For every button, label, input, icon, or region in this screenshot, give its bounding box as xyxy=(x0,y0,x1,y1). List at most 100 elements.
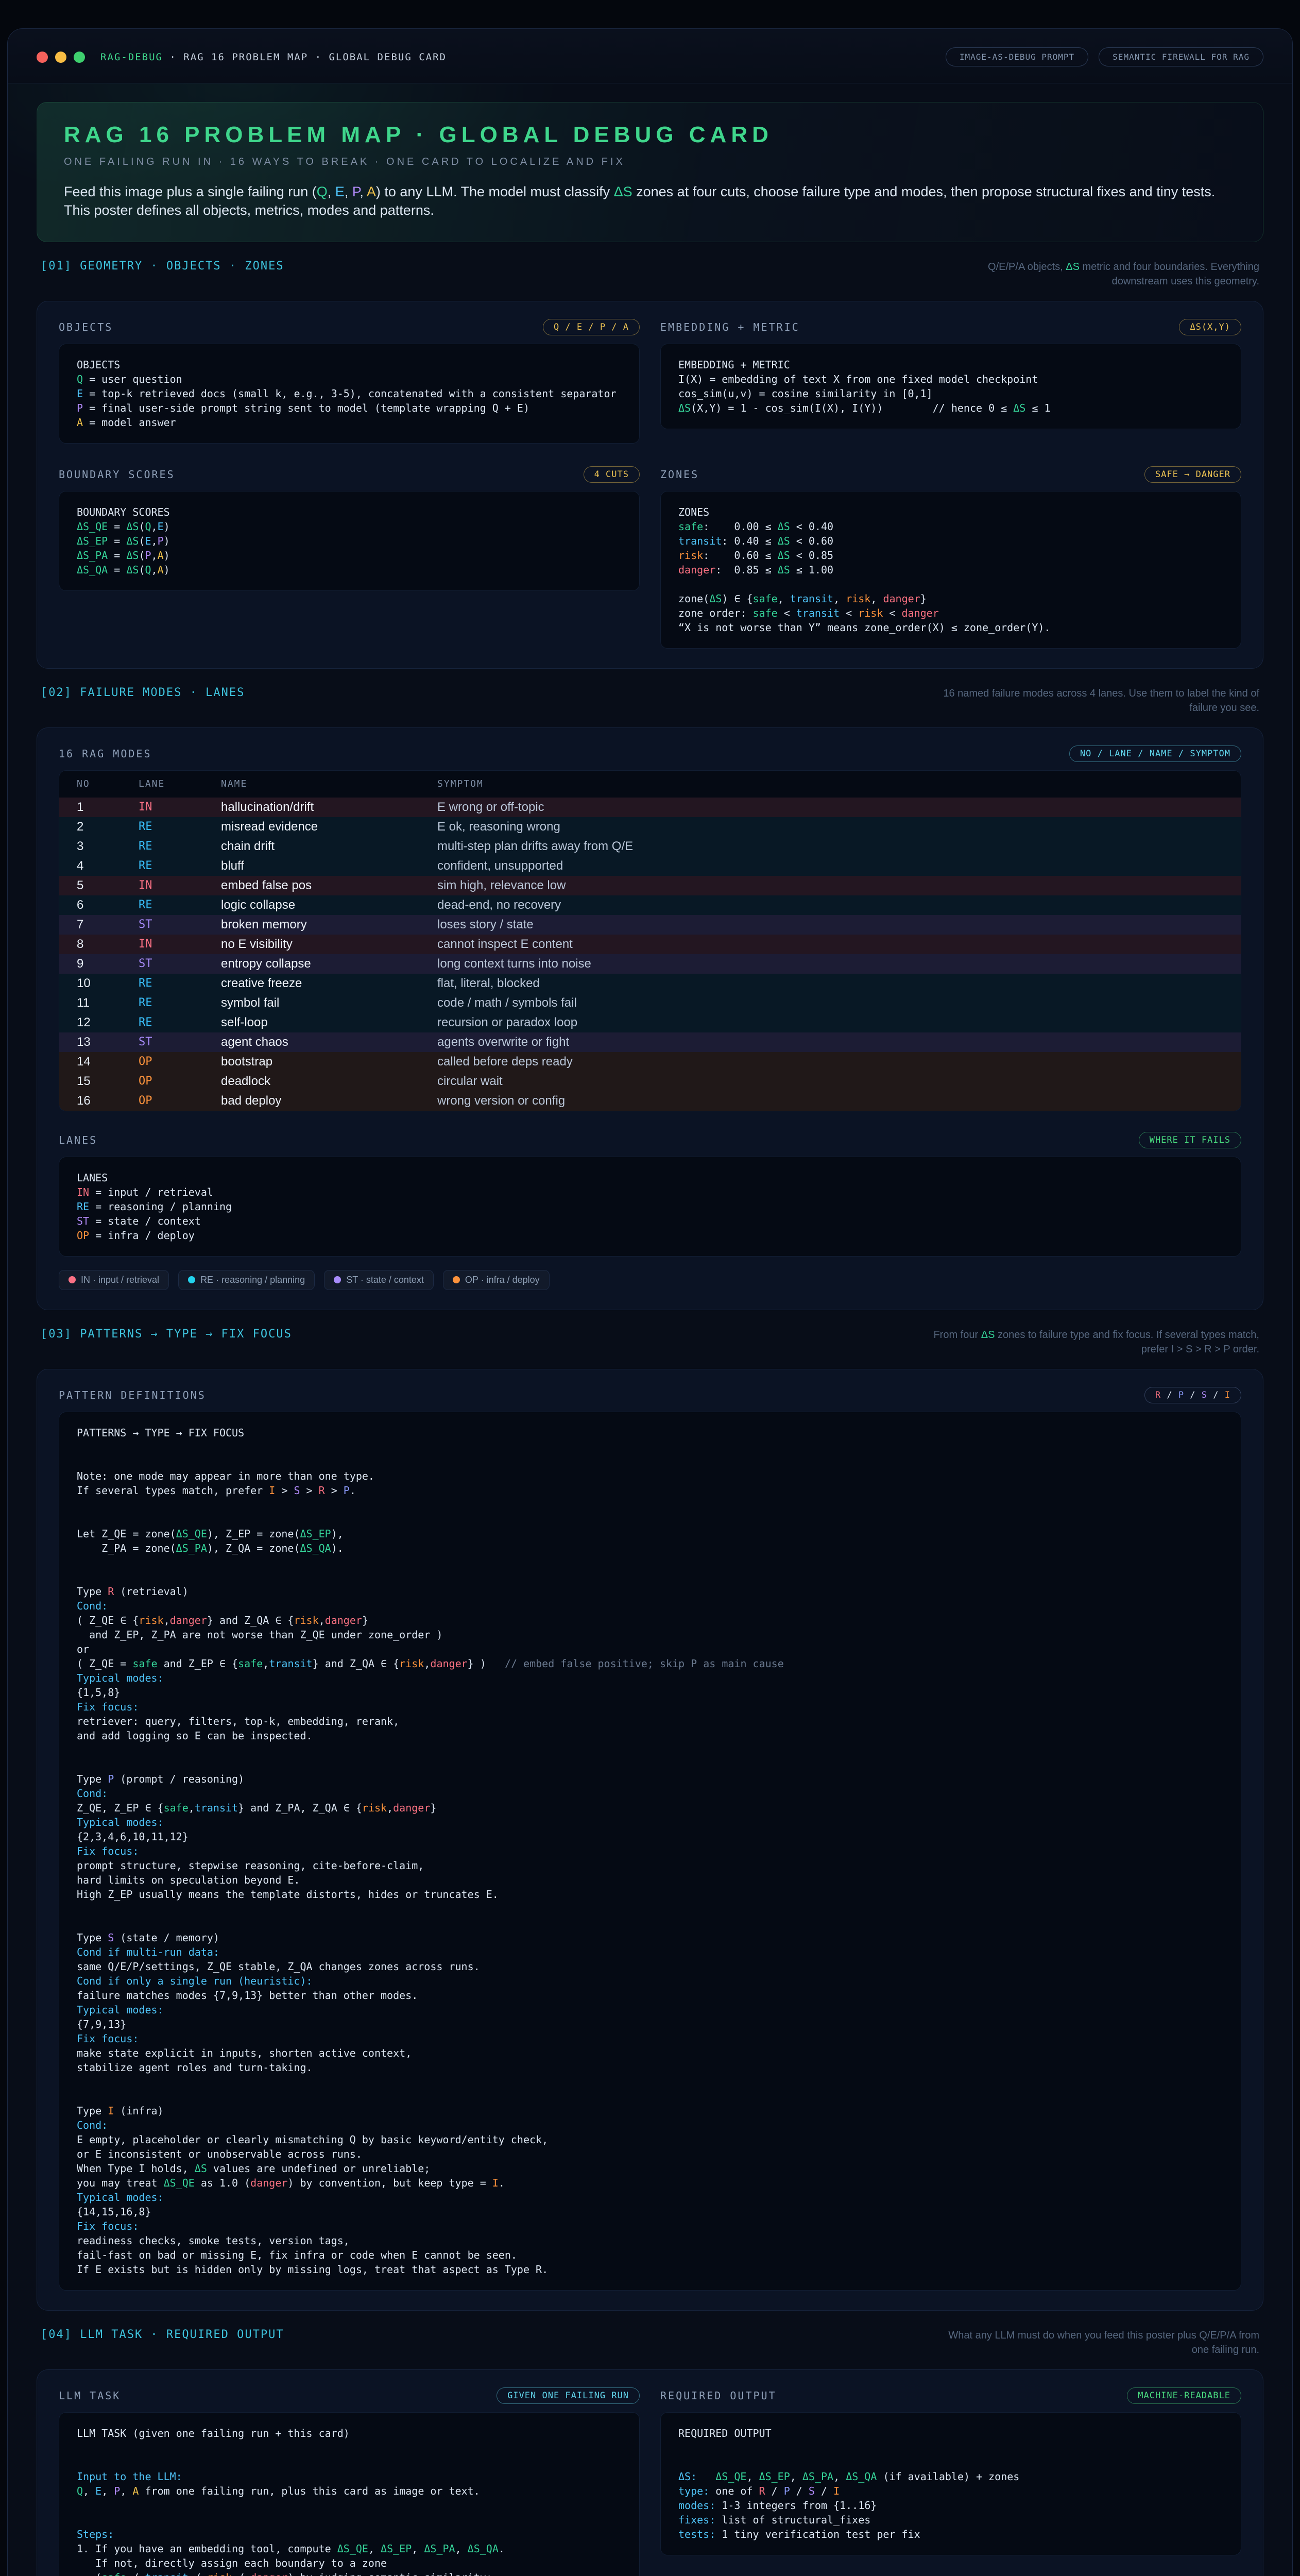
panel-required-output: REQUIRED OUTPUT MACHINE-READABLE REQUIRE… xyxy=(660,2387,1241,2576)
section-03-note: From four ΔS zones to failure type and f… xyxy=(930,1328,1259,1357)
cell-no: 7 xyxy=(77,918,139,932)
cell-sym: multi-step plan drifts away from Q/E xyxy=(437,839,1234,854)
cell-no: 16 xyxy=(77,1094,139,1108)
panel-zones: ZONES SAFE → DANGER ZONESsafe: 0.00 ≤ ΔS… xyxy=(660,466,1241,649)
mode-row: 12REself-looprecursion or paradox loop xyxy=(59,1013,1241,1032)
col-lane: LANE xyxy=(139,778,221,789)
cell-sym: E wrong or off-topic xyxy=(437,800,1234,815)
zones-label: ZONES xyxy=(660,468,699,481)
cell-no: 12 xyxy=(77,1015,139,1030)
lane-dot-icon xyxy=(69,1276,76,1283)
mode-row: 1INhallucination/driftE wrong or off-top… xyxy=(59,798,1241,817)
poster-body: RAG 16 PROBLEM MAP · GLOBAL DEBUG CARD O… xyxy=(8,83,1292,2576)
lanes-badge: WHERE IT FAILS xyxy=(1139,1132,1241,1148)
required-output-code-block: REQUIRED OUTPUT ΔS: ΔS_QE, ΔS_EP, ΔS_PA,… xyxy=(660,2412,1241,2555)
cell-sym: loses story / state xyxy=(437,918,1234,932)
modes-table-label: 16 RAG MODES xyxy=(59,748,152,760)
col-symptom: SYMPTOM xyxy=(437,778,1234,789)
lanes-label: LANES xyxy=(59,1134,97,1146)
panel-llm-task: LLM TASK GIVEN ONE FAILING RUN LLM TASK … xyxy=(59,2387,640,2576)
panel-lanes: LANES WHERE IT FAILS LANESIN = input / r… xyxy=(59,1132,1241,1290)
cell-name: broken memory xyxy=(221,918,437,932)
boundary-badge: 4 CUTS xyxy=(584,466,640,483)
section-04-header: [04] LLM TASK · REQUIRED OUTPUT What any… xyxy=(41,2328,1259,2357)
llm-task-badge: GIVEN ONE FAILING RUN xyxy=(497,2387,640,2404)
modes-table-body: 1INhallucination/driftE wrong or off-top… xyxy=(59,798,1241,1111)
window-title: RAG-DEBUG · RAG 16 PROBLEM MAP · GLOBAL … xyxy=(100,52,447,63)
metric-code-block: EMBEDDING + METRICI(X) = embedding of te… xyxy=(660,344,1241,429)
cell-sym: cannot inspect E content xyxy=(437,937,1234,952)
lane-legend-text: ST · state / context xyxy=(346,1275,424,1285)
required-output-label: REQUIRED OUTPUT xyxy=(660,2389,777,2402)
section-01-label: [01] GEOMETRY · OBJECTS · ZONES xyxy=(41,260,284,273)
titlebar-badges: IMAGE-AS-DEBUG PROMPT SEMANTIC FIREWALL … xyxy=(946,47,1263,66)
cell-no: 14 xyxy=(77,1055,139,1069)
titlebar: RAG-DEBUG · RAG 16 PROBLEM MAP · GLOBAL … xyxy=(8,29,1292,83)
mode-row: 7STbroken memoryloses story / state xyxy=(59,915,1241,935)
cell-sym: called before deps ready xyxy=(437,1055,1234,1069)
close-window-icon[interactable] xyxy=(37,52,48,63)
objects-code-block: OBJECTSQ = user questionE = top-k retrie… xyxy=(59,344,640,444)
page-subtitle: ONE FAILING RUN IN · 16 WAYS TO BREAK · … xyxy=(64,156,1236,168)
objects-badge: Q / E / P / A xyxy=(543,319,640,335)
lane-legend-chip-OP: OP · infra / deploy xyxy=(443,1270,550,1290)
section-02-label: [02] FAILURE MODES · LANES xyxy=(41,686,245,699)
cell-sym: dead-end, no recovery xyxy=(437,898,1234,912)
cell-lane: RE xyxy=(139,899,221,911)
mode-row: 16OPbad deploywrong version or config xyxy=(59,1091,1241,1111)
lane-legend-chip-IN: IN · input / retrieval xyxy=(59,1270,169,1290)
metric-badge: ΔS(X,Y) xyxy=(1179,319,1241,335)
cell-name: embed false pos xyxy=(221,878,437,893)
modes-table: NO LANE NAME SYMPTOM 1INhallucination/dr… xyxy=(59,770,1241,1111)
cell-lane: ST xyxy=(139,957,221,970)
mode-row: 11REsymbol failcode / math / symbols fai… xyxy=(59,993,1241,1013)
modes-table-header: NO LANE NAME SYMPTOM xyxy=(59,771,1241,798)
cell-sym: code / math / symbols fail xyxy=(437,996,1234,1010)
cell-no: 11 xyxy=(77,996,139,1010)
cell-no: 15 xyxy=(77,1074,139,1089)
cell-lane: OP xyxy=(139,1075,221,1088)
boundary-label: BOUNDARY SCORES xyxy=(59,468,175,481)
lane-legend-text: RE · reasoning / planning xyxy=(200,1275,305,1285)
intro-paragraph: Feed this image plus a single failing ru… xyxy=(64,182,1236,220)
cell-no: 10 xyxy=(77,976,139,991)
panel-boundary-scores: BOUNDARY SCORES 4 CUTS BOUNDARY SCORESΔS… xyxy=(59,466,640,649)
cell-sym: wrong version or config xyxy=(437,1094,1234,1108)
minimize-window-icon[interactable] xyxy=(55,52,66,63)
mode-row: 2REmisread evidenceE ok, reasoning wrong xyxy=(59,817,1241,837)
hero-card: RAG 16 PROBLEM MAP · GLOBAL DEBUG CARD O… xyxy=(37,102,1263,242)
cell-sym: long context turns into noise xyxy=(437,957,1234,971)
patterns-label: PATTERN DEFINITIONS xyxy=(59,1389,206,1401)
maximize-window-icon[interactable] xyxy=(74,52,85,63)
llm-task-code-block: LLM TASK (given one failing run + this c… xyxy=(59,2412,640,2576)
cell-no: 13 xyxy=(77,1035,139,1049)
cell-sym: circular wait xyxy=(437,1074,1234,1089)
mode-row: 10REcreative freezeflat, literal, blocke… xyxy=(59,974,1241,993)
mode-row: 8INno E visibilitycannot inspect E conte… xyxy=(59,935,1241,954)
zones-badge: SAFE → DANGER xyxy=(1144,466,1241,483)
section-03-container: PATTERN DEFINITIONS R / P / S / I PATTER… xyxy=(37,1369,1263,2311)
panel-embedding-metric: EMBEDDING + METRIC ΔS(X,Y) EMBEDDING + M… xyxy=(660,319,1241,444)
mode-row: 6RElogic collapsedead-end, no recovery xyxy=(59,895,1241,915)
cell-sym: sim high, relevance low xyxy=(437,878,1234,893)
lane-dot-icon xyxy=(188,1276,195,1283)
cell-name: bluff xyxy=(221,859,437,873)
cell-lane: OP xyxy=(139,1094,221,1107)
cell-name: misread evidence xyxy=(221,820,437,834)
cell-name: self-loop xyxy=(221,1015,437,1030)
section-02-header: [02] FAILURE MODES · LANES 16 named fail… xyxy=(41,686,1259,715)
section-01-note: Q/E/P/A objects, ΔS metric and four boun… xyxy=(930,260,1259,289)
lane-legend-chip-ST: ST · state / context xyxy=(324,1270,434,1290)
cell-lane: ST xyxy=(139,918,221,931)
page-title: RAG 16 PROBLEM MAP · GLOBAL DEBUG CARD xyxy=(64,122,1236,148)
required-output-badge: MACHINE-READABLE xyxy=(1127,2387,1241,2404)
cell-name: bootstrap xyxy=(221,1055,437,1069)
cell-name: deadlock xyxy=(221,1074,437,1089)
lane-legend-text: IN · input / retrieval xyxy=(81,1275,159,1285)
badge-image-as-debug-prompt: IMAGE-AS-DEBUG PROMPT xyxy=(946,47,1088,66)
metric-label: EMBEDDING + METRIC xyxy=(660,321,800,333)
modes-table-badge: NO / LANE / NAME / SYMPTOM xyxy=(1069,745,1241,762)
cell-sym: E ok, reasoning wrong xyxy=(437,820,1234,834)
cell-lane: ST xyxy=(139,1036,221,1048)
cell-name: entropy collapse xyxy=(221,957,437,971)
